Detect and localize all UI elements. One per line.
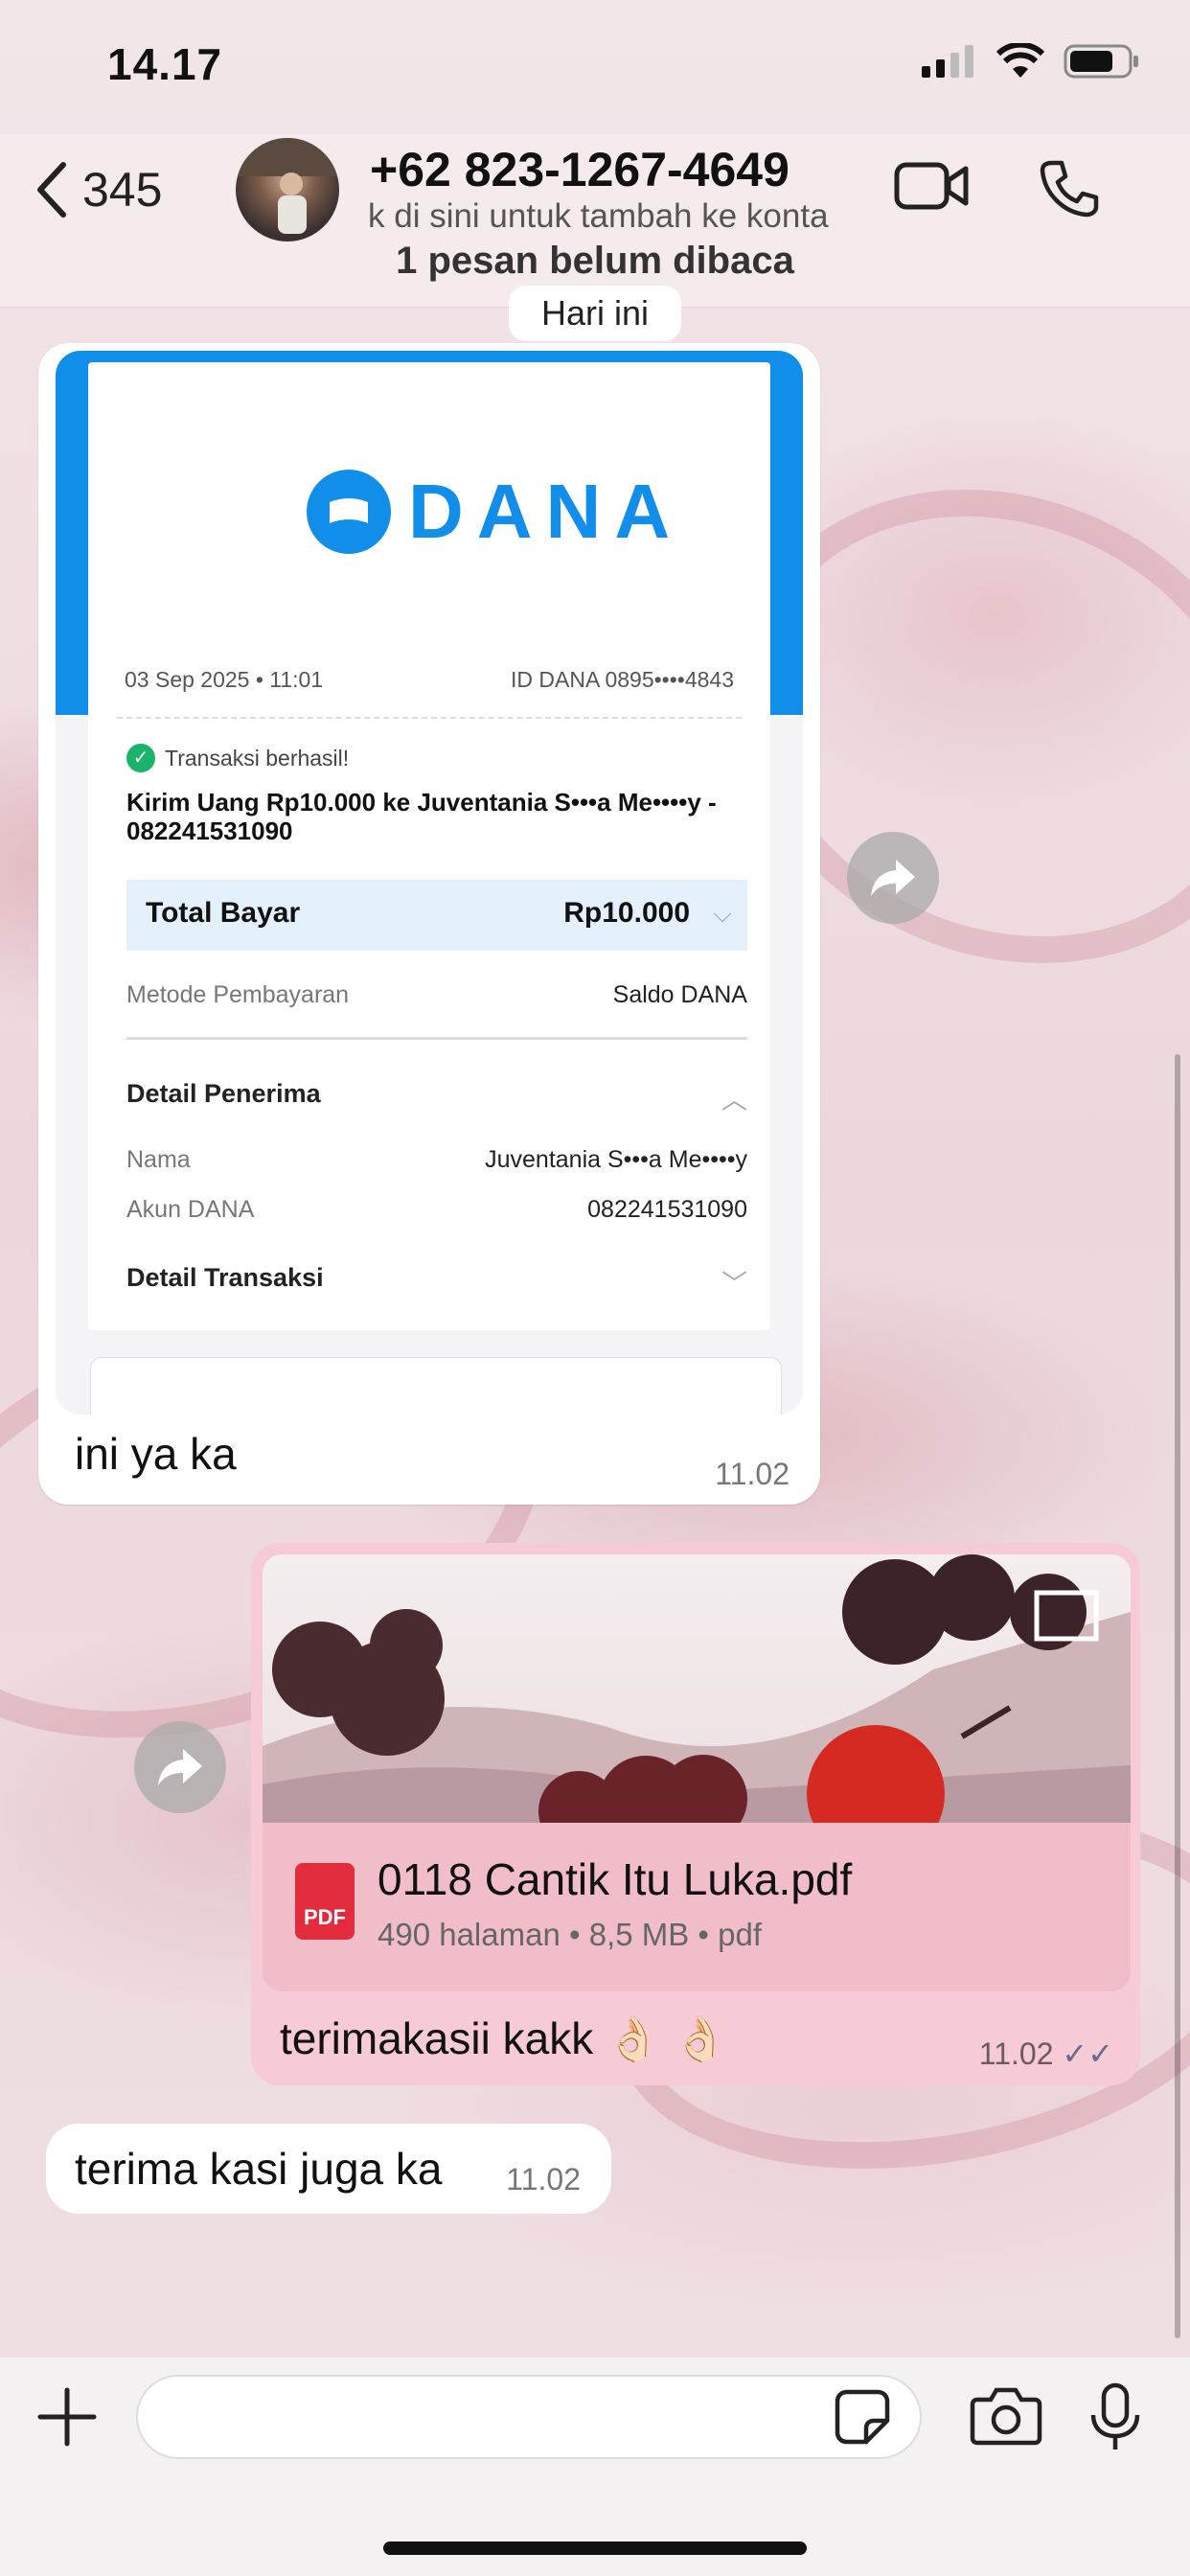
dana-wordmark: DANA xyxy=(408,469,684,554)
receipt-date: 03 Sep 2025 • 11:01 xyxy=(125,667,324,692)
message-caption: ini ya ka xyxy=(75,1429,237,1479)
contact-name[interactable]: +62 823-1267-4649 xyxy=(370,142,790,197)
recipient-section-label: Detail Penerima xyxy=(126,1079,321,1108)
transfer-description: Kirim Uang Rp10.000 ke Juventania S•••a … xyxy=(126,788,717,845)
payment-method-row: Metode Pembayaran Saldo DANA xyxy=(126,981,747,1009)
incoming-text-message[interactable]: terima kasi juga ka 11.02 xyxy=(46,2124,611,2214)
forward-button[interactable] xyxy=(134,1721,226,1813)
date-separator: Hari ini xyxy=(509,286,681,341)
sticker-icon[interactable] xyxy=(834,2388,891,2446)
dana-logo: DANA xyxy=(307,468,683,556)
name-value: Juventania S•••a Me••••y xyxy=(485,1146,747,1173)
divider xyxy=(126,1037,747,1040)
chevron-down-icon: ⌵ xyxy=(713,899,732,928)
back-button[interactable]: 345 xyxy=(34,161,162,218)
document-title: 0118 Cantik Itu Luka.pdf xyxy=(378,1854,853,1904)
recipient-section-header: Detail Penerima ︿ xyxy=(126,1079,747,1115)
document-meta: 490 halaman • 8,5 MB • pdf xyxy=(378,1917,763,1952)
receipt-card: DANA 03 Sep 2025 • 11:01 ID DANA 0895•••… xyxy=(88,362,770,1330)
message-caption: terimakasii kakk 👌🏻 👌🏻 xyxy=(280,2013,728,2063)
transaction-section-header: Detail Transaksi ﹀ xyxy=(126,1263,747,1299)
receipt-image[interactable]: DANA 03 Sep 2025 • 11:01 ID DANA 0895•••… xyxy=(56,351,803,1414)
home-indicator[interactable] xyxy=(383,2542,807,2555)
phone-call-icon[interactable] xyxy=(1039,157,1100,218)
recipient-name-row: Nama Juventania S•••a Me••••y xyxy=(126,1146,747,1174)
account-row: Akun DANA 082241531090 xyxy=(126,1196,747,1224)
transaction-section-label: Detail Transaksi xyxy=(126,1263,324,1292)
message-time: 11.02 xyxy=(506,2162,581,2196)
incoming-image-message[interactable]: DANA 03 Sep 2025 • 11:01 ID DANA 0895•••… xyxy=(38,343,820,1505)
unread-banner: 1 pesan belum dibaca xyxy=(396,240,794,282)
microphone-icon[interactable] xyxy=(1088,2382,1142,2453)
chevron-down-icon: ﹀ xyxy=(721,1270,747,1299)
clock: 14.17 xyxy=(107,39,223,89)
chevron-up-icon: ︿ xyxy=(721,1086,747,1115)
message-input[interactable] xyxy=(136,2375,922,2459)
scrollbar[interactable] xyxy=(1175,1054,1180,2338)
read-receipt-icon: ✓✓ xyxy=(1062,2036,1113,2071)
account-value: 082241531090 xyxy=(587,1196,747,1223)
chat-header: 345 +62 823-1267-4649 k di sini untuk ta… xyxy=(0,134,1190,308)
status-bar: 14.17 xyxy=(0,0,1190,134)
plus-icon[interactable] xyxy=(36,2386,98,2448)
account-label: Akun DANA xyxy=(126,1196,255,1223)
payment-method-value: Saldo DANA xyxy=(612,981,747,1008)
signal-icon xyxy=(922,45,973,78)
forward-button[interactable] xyxy=(847,832,939,924)
back-chevron-icon xyxy=(37,162,66,218)
dana-logo-icon xyxy=(307,470,391,554)
battery-icon xyxy=(1064,44,1138,79)
document-info[interactable]: PDF 0118 Cantik Itu Luka.pdf 490 halaman… xyxy=(263,1823,1131,1991)
payment-method-label: Metode Pembayaran xyxy=(126,981,350,1008)
camera-icon[interactable] xyxy=(970,2386,1042,2446)
name-label: Nama xyxy=(126,1146,191,1173)
forward-icon xyxy=(158,1749,202,1785)
receipt-account-id: ID DANA 0895••••4843 xyxy=(511,667,734,692)
total-label: Total Bayar xyxy=(146,897,301,929)
pdf-icon-label: PDF xyxy=(304,1905,346,1929)
book-cover-illustration xyxy=(263,1554,1131,1823)
message-time: 11.02 xyxy=(978,2036,1054,2071)
pdf-icon: PDF xyxy=(295,1863,355,1940)
outgoing-document-message[interactable]: PDF 0118 Cantik Itu Luka.pdf 490 halaman… xyxy=(251,1543,1140,2085)
receipt-next-card xyxy=(90,1357,782,1414)
check-icon: ✓ xyxy=(126,744,155,772)
message-text: terima kasi juga ka xyxy=(75,2144,443,2194)
message-time-status: 11.02 ✓✓ xyxy=(979,2036,1113,2072)
avatar[interactable] xyxy=(236,138,339,242)
document-thumbnail[interactable] xyxy=(263,1554,1131,1823)
divider xyxy=(117,717,742,719)
composer-bar xyxy=(0,2358,1190,2576)
unread-chats-count: 345 xyxy=(82,163,163,217)
video-call-icon[interactable] xyxy=(893,157,970,215)
wifi-icon xyxy=(996,43,1044,78)
contact-subtitle[interactable]: k di sini untuk tambah ke konta xyxy=(368,197,866,236)
transaction-status: ✓ Transaksi berhasil! xyxy=(126,744,349,772)
forward-icon xyxy=(871,860,915,896)
total-value: Rp10.000 xyxy=(563,897,690,929)
avatar-photo xyxy=(236,138,339,234)
message-time: 11.02 xyxy=(715,1457,790,1491)
status-text: Transaksi berhasil! xyxy=(165,745,350,770)
total-row: Total Bayar Rp10.000 ⌵ xyxy=(126,880,747,951)
